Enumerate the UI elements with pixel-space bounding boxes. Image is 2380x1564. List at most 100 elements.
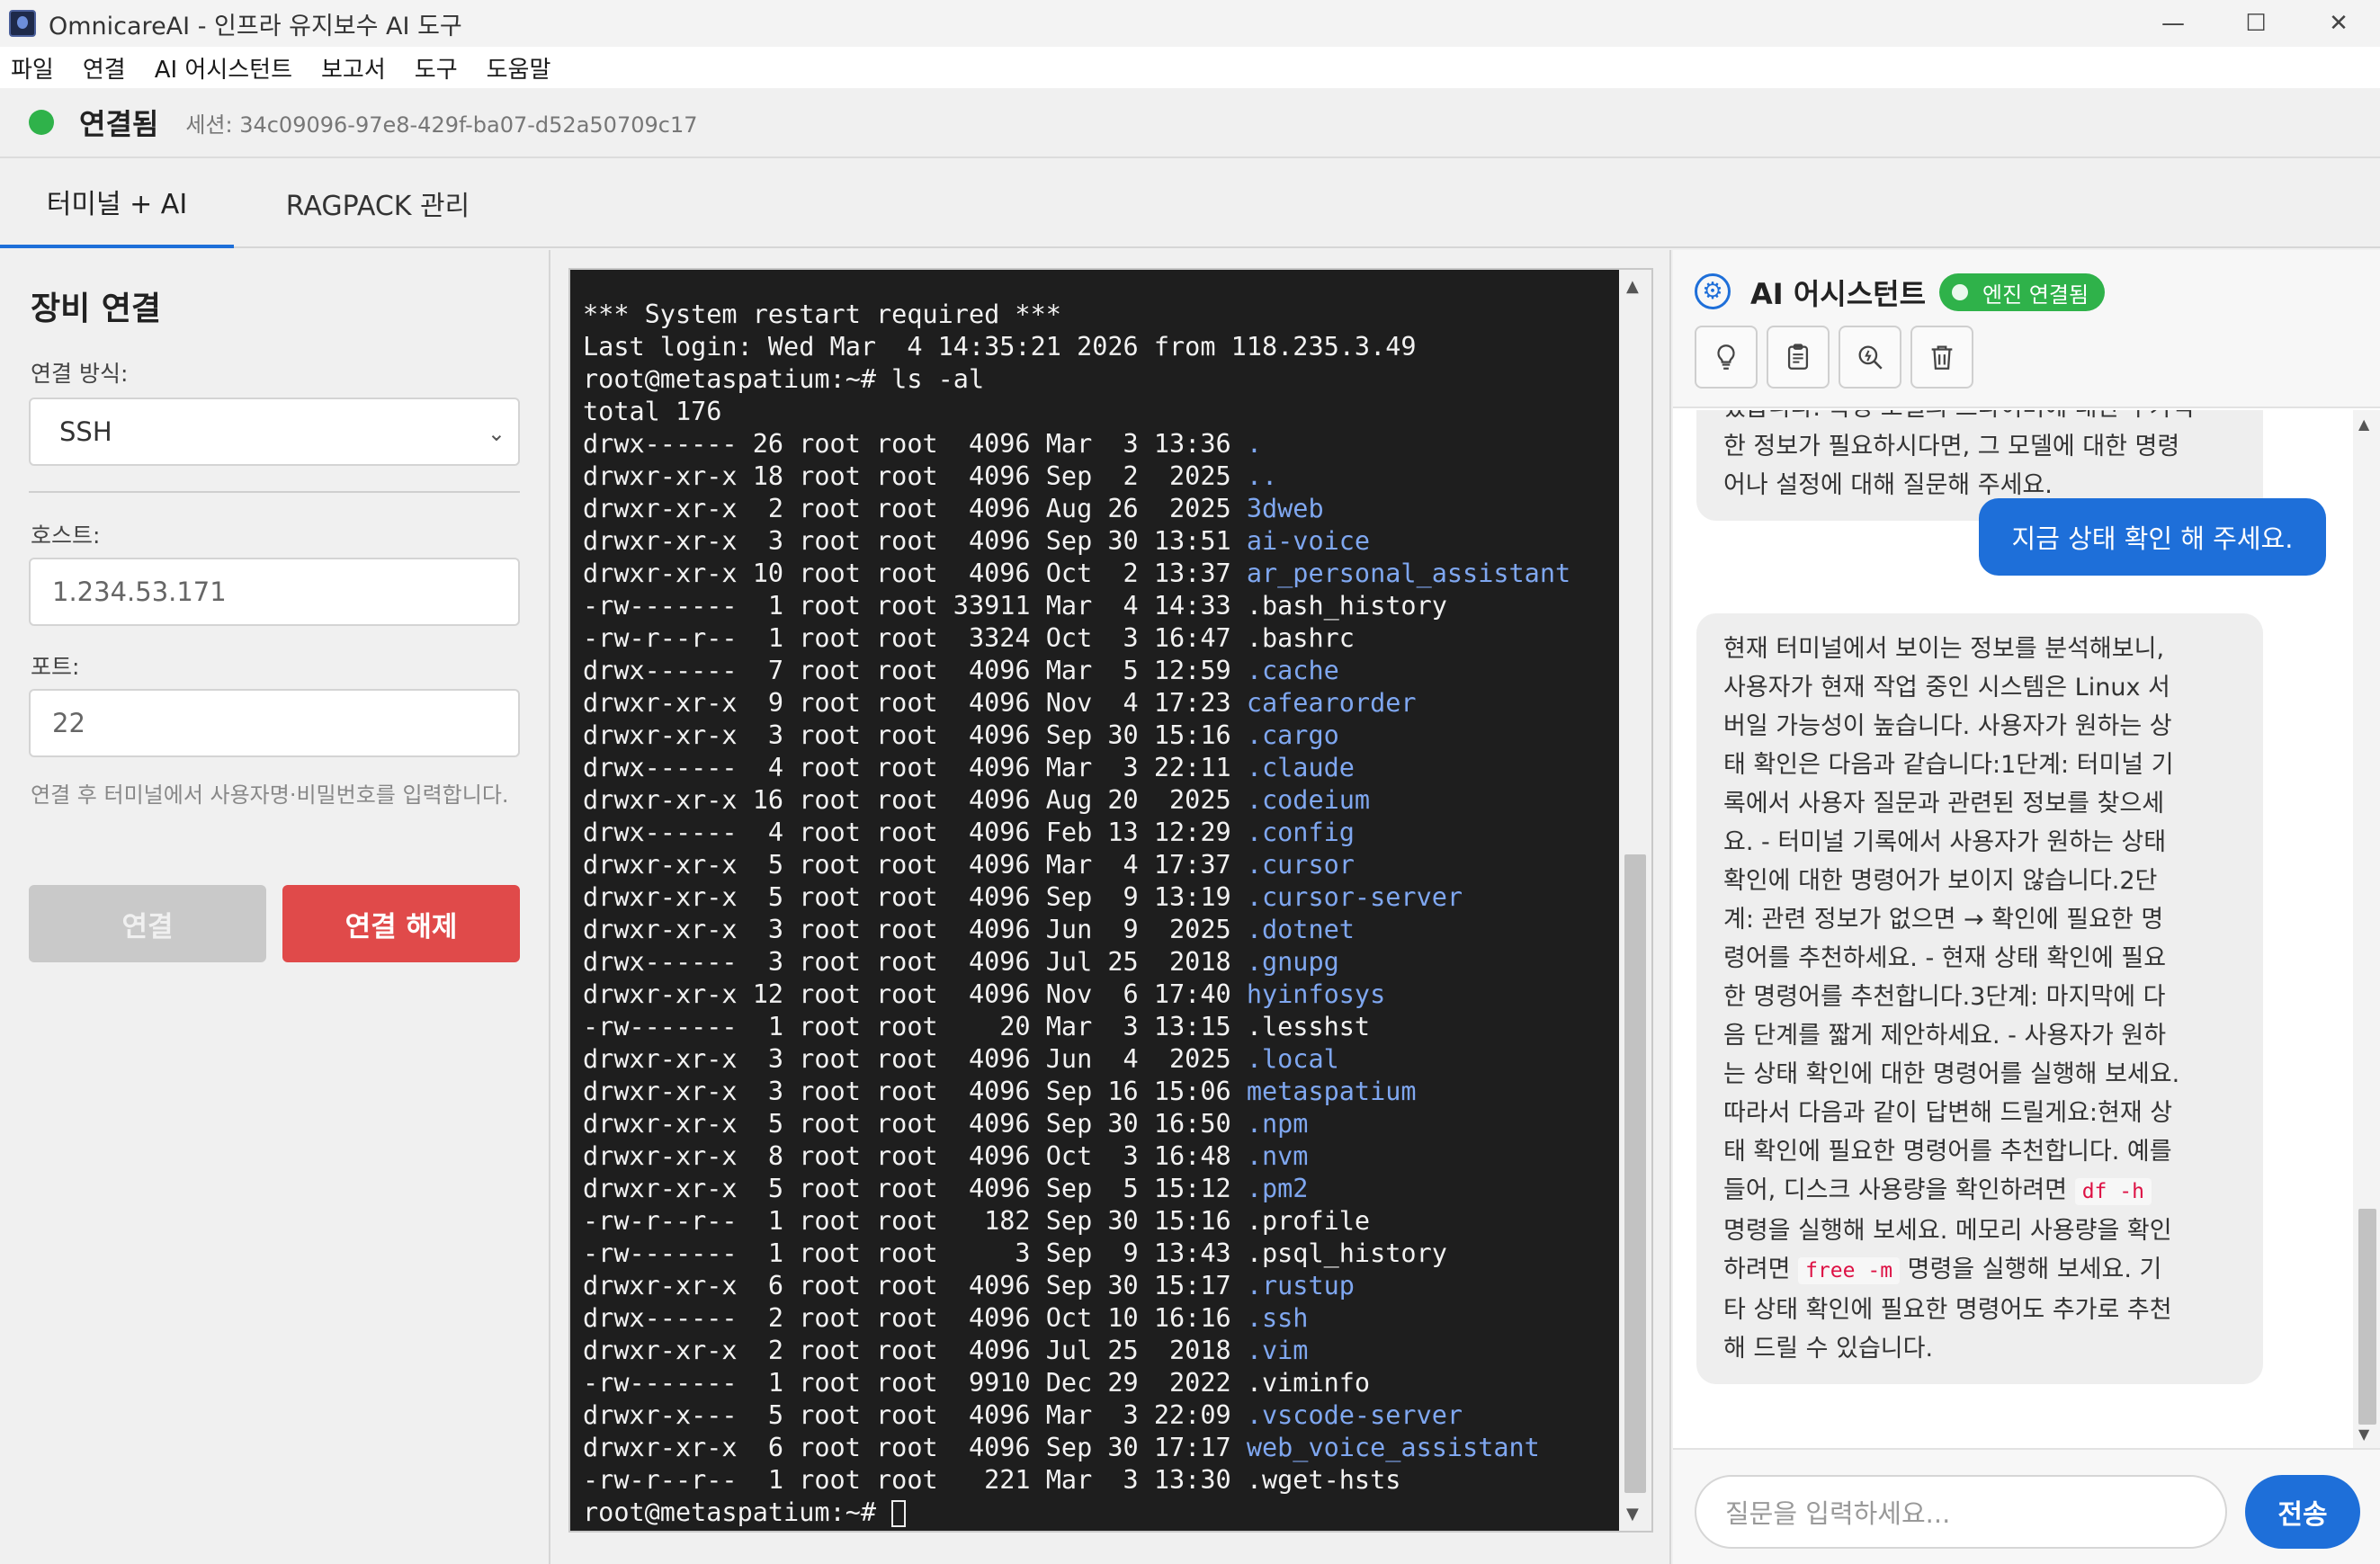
chat-scrollbar[interactable]: ▲ ▼ — [2353, 410, 2380, 1448]
terminal-text: -rw------- 1 root root 33911 Mar 4 14:33 — [583, 591, 1247, 621]
message-line: 버일 가능성이 높습니다. 사용자가 원하는 상 — [1723, 712, 2172, 740]
file-name: .viminfo — [1246, 1368, 1371, 1398]
file-name: .cursor — [1246, 850, 1355, 880]
terminal-line: drwx------ 4 root root 4096 Feb 13 12:29… — [583, 817, 1570, 849]
terminal-text: total 176 — [583, 397, 722, 426]
message-line: 계: 관련 정보가 없으면 → 확인에 필요한 명 — [1723, 906, 2164, 934]
ai-assistant-panel: ⚙ AI 어시스턴트 엔진 연결됨 었습니다. 특정 모델의 드라이버에 대한 … — [1673, 250, 2380, 1564]
connect-button[interactable]: 연결 — [29, 885, 266, 962]
terminal-text: drwxr-xr-x 8 root root 4096 Oct 3 16:48 — [583, 1141, 1247, 1171]
terminal-text: drwx------ 26 root root 4096 Mar 3 13:36 — [583, 429, 1247, 459]
inline-code: free -m — [1798, 1257, 1901, 1284]
scroll-down-icon[interactable]: ▼ — [1626, 1505, 1639, 1524]
user-message: 지금 상태 확인 해 주세요. — [1979, 498, 2326, 576]
scroll-thumb[interactable] — [2358, 1209, 2376, 1425]
menu-report[interactable]: 보고서 — [321, 51, 386, 85]
maximize-button[interactable]: ☐ — [2214, 0, 2297, 47]
terminal-text: drwxr-xr-x 3 root root 4096 Sep 30 15:16 — [583, 720, 1247, 750]
menu-file[interactable]: 파일 — [11, 51, 54, 85]
terminal-text: -rw-r--r-- 1 root root 3324 Oct 3 16:47 — [583, 623, 1247, 653]
menu-connection[interactable]: 연결 — [83, 51, 126, 85]
status-indicator-icon — [29, 110, 54, 135]
title-bar: OmnicareAI - 인프라 유지보수 AI 도구 — ☐ ✕ — [0, 0, 2380, 47]
terminal-pane: *** System restart required *** Last logi… — [552, 250, 1671, 1564]
tab-terminal-ai[interactable]: 터미널 + AI — [0, 158, 234, 248]
terminal-output[interactable]: *** System restart required *** Last logi… — [568, 268, 1653, 1533]
zoom-search-icon — [1858, 345, 1883, 370]
menu-ai-assistant[interactable]: AI 어시스턴트 — [155, 51, 292, 85]
terminal-text: drwxr-xr-x 18 root root 4096 Sep 2 2025 — [583, 461, 1247, 491]
terminal-text: drwxr-xr-x 5 root root 4096 Mar 4 17:37 — [583, 850, 1247, 880]
terminal-line: drwxr-xr-x 3 root root 4096 Jun 9 2025 .… — [583, 914, 1570, 946]
terminal-line: *** System restart required *** — [583, 299, 1570, 331]
ai-message: 현재 터미널에서 보이는 정보를 분석해보니, 사용자가 현재 작업 중인 시스템… — [1696, 613, 2263, 1384]
menu-help[interactable]: 도움말 — [487, 51, 551, 85]
message-line: 확인에 대한 명령어가 보이지 않습니다.2단 — [1723, 867, 2158, 895]
terminal-text: -rw------- 1 root root 20 Mar 3 13:15 — [583, 1012, 1247, 1041]
question-input[interactable]: 질문을 입력하세요... — [1695, 1475, 2227, 1549]
message-line: 령어를 추천하세요. - 현재 상태 확인에 필요 — [1723, 944, 2167, 972]
minimize-button[interactable]: — — [2132, 0, 2214, 47]
lightbulb-icon — [1717, 344, 1735, 370]
app-logo-icon — [9, 10, 36, 37]
gear-icon: ⚙ — [1695, 273, 1731, 309]
terminal-line: drwx------ 4 root root 4096 Mar 3 22:11 … — [583, 752, 1570, 784]
menu-tools[interactable]: 도구 — [415, 51, 458, 85]
scroll-up-icon[interactable]: ▲ — [1626, 277, 1639, 296]
terminal-line: drwxr-xr-x 9 root root 4096 Nov 4 17:23 … — [583, 687, 1570, 719]
terminal-text: drwxr-xr-x 6 root root 4096 Sep 30 17:17 — [583, 1433, 1247, 1462]
message-line: 타 상태 확인에 필요한 명령어도 추가로 추천 — [1723, 1296, 2172, 1324]
clipboard-button[interactable] — [1767, 326, 1830, 389]
terminal-line: -rw------- 1 root root 9910 Dec 29 2022 … — [583, 1367, 1570, 1399]
file-name: .. — [1246, 461, 1278, 491]
send-button[interactable]: 전송 — [2245, 1475, 2360, 1549]
close-button[interactable]: ✕ — [2297, 0, 2380, 47]
clipboard-icon — [1787, 344, 1809, 370]
disconnect-button[interactable]: 연결 해제 — [282, 885, 520, 962]
terminal-text: drwxr-xr-x 2 root root 4096 Aug 26 2025 — [583, 494, 1247, 523]
terminal-line: drwxr-xr-x 5 root root 4096 Sep 30 16:50… — [583, 1108, 1570, 1140]
message-line: 음 단계를 짧게 제안하세요. - 사용자가 원하 — [1723, 1022, 2167, 1050]
ai-message-body: 현재 터미널에서 보이는 정보를 분석해보니, 사용자가 현재 작업 중인 시스템… — [1723, 630, 2236, 1171]
file-name: . — [1246, 429, 1262, 459]
scroll-down-icon[interactable]: ▼ — [2358, 1425, 2369, 1443]
scroll-up-icon[interactable]: ▲ — [2358, 416, 2369, 433]
file-name: .ssh — [1246, 1303, 1309, 1333]
window-controls: — ☐ ✕ — [2132, 0, 2380, 47]
chevron-down-icon: ⌄ — [487, 421, 506, 446]
chat-messages[interactable]: 었습니다. 특정 모델의 드라이버에 대한 추가적 한 정보가 필요하시다면, … — [1673, 410, 2380, 1448]
terminal-line: drwxr-xr-x 6 root root 4096 Sep 30 15:17… — [583, 1270, 1570, 1302]
port-input[interactable]: 22 — [29, 689, 520, 757]
message-line: 태 확인에 필요한 명령어를 추천합니다. 예를 — [1723, 1138, 2172, 1166]
scroll-thumb[interactable] — [1624, 854, 1646, 1493]
terminal-text: -rw------- 1 root root 9910 Dec 29 2022 — [583, 1368, 1247, 1398]
terminal-line: drwxr-xr-x 12 root root 4096 Nov 6 17:40… — [583, 979, 1570, 1011]
engine-status-badge: 엔진 연결됨 — [1939, 273, 2106, 311]
message-line: 었습니다. 특정 모델의 드라이버에 대한 추가적 — [1723, 410, 2236, 427]
terminal-text: drwxr-xr-x 3 root root 4096 Sep 30 13:51 — [583, 526, 1247, 556]
connection-method-value: SSH — [59, 416, 112, 447]
terminal-line: drwxr-xr-x 3 root root 4096 Sep 16 15:06… — [583, 1076, 1570, 1108]
connection-method-select[interactable]: SSH ⌄ — [29, 398, 520, 466]
terminal-text: drwxr-xr-x 6 root root 4096 Sep 30 15:17 — [583, 1271, 1247, 1300]
host-input[interactable]: 1.234.53.171 — [29, 558, 520, 626]
terminal-line: -rw------- 1 root root 33911 Mar 4 14:33… — [583, 590, 1570, 622]
terminal-prompt: root@metaspatium:~# — [583, 1497, 892, 1527]
message-line: 현재 터미널에서 보이는 정보를 분석해보니, — [1723, 635, 2165, 663]
message-line: 들어, 디스크 사용량을 확인하려면 df -h — [1723, 1171, 2236, 1211]
message-line: 해 드릴 수 있습니다. — [1723, 1335, 1934, 1363]
suggest-button[interactable] — [1695, 326, 1758, 389]
device-connection-panel: 장비 연결 연결 방식: SSH ⌄ 호스트: 1.234.53.171 포트:… — [0, 250, 550, 1564]
terminal-scrollbar[interactable]: ▲ ▼ — [1619, 270, 1651, 1531]
analyze-button[interactable] — [1839, 326, 1901, 389]
file-name: .psql_history — [1246, 1238, 1447, 1268]
terminal-text: *** System restart required *** — [583, 299, 1061, 329]
clear-chat-button[interactable] — [1910, 326, 1973, 389]
terminal-text: drwxr-xr-x 3 root root 4096 Jun 9 2025 — [583, 915, 1247, 944]
terminal-text: -rw-r--r-- 1 root root 221 Mar 3 13:30 — [583, 1465, 1247, 1495]
terminal-text: drwxr-xr-x 5 root root 4096 Sep 5 15:12 — [583, 1174, 1247, 1203]
file-name: .bash_history — [1246, 591, 1447, 621]
message-line: 는 상태 확인에 대한 명령어를 실행해 보세요. — [1723, 1060, 2180, 1088]
terminal-line: drwxr-xr-x 2 root root 4096 Jul 25 2018 … — [583, 1335, 1570, 1367]
tab-ragpack[interactable]: RAGPACK 관리 — [261, 158, 495, 248]
